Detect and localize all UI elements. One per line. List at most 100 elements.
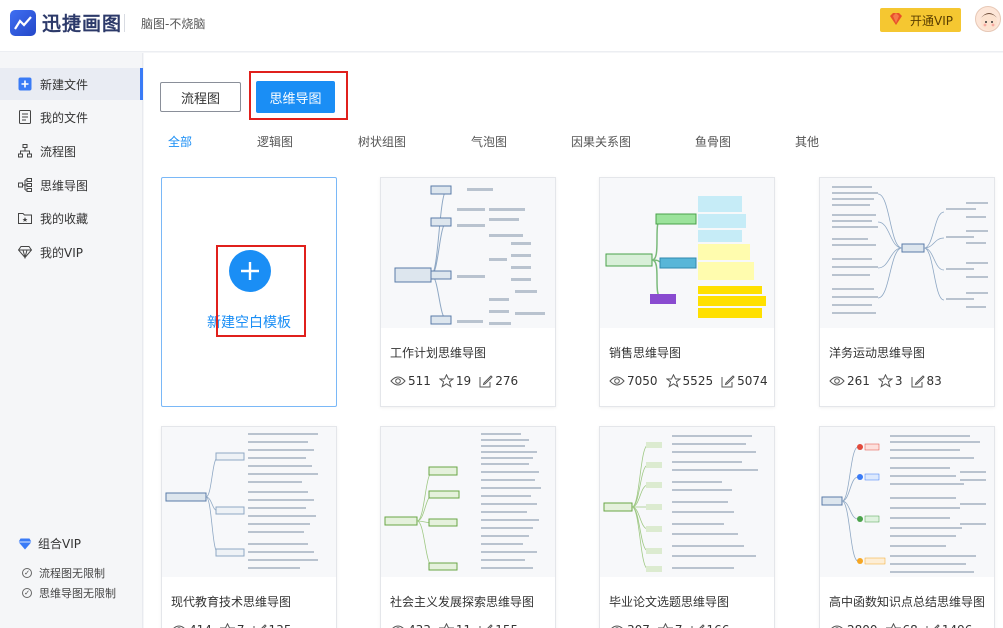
template-title: 毕业论文选题思维导图 (609, 595, 730, 609)
sidebar-item-flowchart[interactable]: 流程图 (0, 135, 143, 167)
eye-icon (392, 625, 404, 628)
template-stats: 511 19 276 (390, 374, 526, 388)
header-subtitle: 脑图-不烧脑 (141, 17, 206, 31)
views-count: 307 (627, 623, 650, 628)
tab-other[interactable]: 其他 (795, 133, 819, 150)
eye-icon (390, 376, 406, 386)
tab-tree[interactable]: 树状组图 (358, 133, 406, 150)
open-vip-label: 开通VIP (910, 13, 953, 28)
logo-text: 迅捷画图 (42, 13, 123, 35)
template-stats: 307 7 166 (609, 623, 737, 628)
stars-stat[interactable]: 7 (657, 623, 683, 628)
star-icon (438, 374, 454, 388)
open-vip-button[interactable]: 开通VIP (880, 8, 961, 32)
app-logo[interactable]: 迅捷画图 (10, 9, 122, 36)
template-card[interactable]: 工作计划思维导图 511 19 276 (380, 177, 556, 407)
edit-icon (253, 624, 267, 628)
star-icon (877, 374, 893, 388)
highlight-box (216, 245, 306, 337)
top-header: 迅捷画图 脑图-不烧脑 开通VIP (0, 0, 1003, 52)
edits-count: 5074 (737, 374, 768, 388)
tab-logic[interactable]: 逻辑图 (257, 133, 293, 150)
stars-stat[interactable]: 11 (438, 623, 471, 628)
tab-all[interactable]: 全部 (168, 133, 192, 150)
template-thumbnail (820, 178, 994, 328)
edit-icon (926, 624, 940, 628)
views-stat: 2800 (829, 623, 878, 628)
edit-icon (479, 624, 493, 628)
edit-icon (479, 375, 493, 388)
plus-square-icon (18, 77, 32, 91)
eye-icon (173, 625, 185, 628)
edits-stat: 1496 (926, 623, 973, 628)
stars-stat[interactable]: 7 (219, 623, 245, 628)
template-card[interactable]: 洋务运动思维导图 261 3 83 (819, 177, 995, 407)
template-card[interactable]: 毕业论文选题思维导图 307 7 166 (599, 426, 775, 628)
edits-count: 83 (926, 374, 942, 388)
template-card[interactable]: 社会主义发展探索思维导图 433 11 155 (380, 426, 556, 628)
template-stats: 261 3 83 (829, 374, 950, 388)
check-circle-icon: ✓ (22, 568, 32, 578)
stars-stat[interactable]: 3 (877, 374, 903, 388)
flowchart-icon (18, 144, 32, 158)
sidebar-item-my-files[interactable]: 我的文件 (0, 101, 143, 133)
main-content: 流程图 思维导图 全部 逻辑图 树状组图 气泡图 因果关系图 鱼骨图 其他 新建… (144, 53, 1003, 628)
views-stat: 261 (829, 374, 870, 388)
template-title: 现代教育技术思维导图 (171, 595, 292, 609)
vip-benefit-label: 流程图无限制 (39, 567, 105, 580)
stars-stat[interactable]: 5525 (665, 374, 713, 388)
user-avatar[interactable] (975, 6, 1001, 32)
template-title: 社会主义发展探索思维导图 (390, 595, 535, 609)
edits-stat: 166 (691, 623, 730, 628)
views-count: 511 (408, 374, 431, 388)
edit-icon (911, 375, 925, 388)
views-count: 2800 (847, 623, 878, 628)
stars-count: 7 (237, 623, 245, 628)
edits-count: 135 (269, 623, 292, 628)
template-thumbnail (162, 427, 336, 577)
check-circle-icon: ✓ (22, 588, 32, 598)
stars-stat[interactable]: 19 (438, 374, 471, 388)
edits-stat: 83 (911, 374, 942, 388)
views-stat: 511 (390, 374, 431, 388)
template-card[interactable]: 现代教育技术思维导图 414 7 135 (161, 426, 337, 628)
vip-benefit-mindmap: ✓ 思维导图无限制 (22, 585, 116, 601)
template-thumbnail (381, 427, 555, 577)
sidebar-item-new-file[interactable]: 新建文件 (0, 68, 143, 100)
tab-bubble[interactable]: 气泡图 (471, 133, 507, 150)
edits-count: 1496 (942, 623, 973, 628)
template-card[interactable]: 销售思维导图 7050 5525 5074 (599, 177, 775, 407)
vip-diamond-icon (18, 538, 32, 550)
edit-icon (721, 375, 735, 388)
type-flowchart-button[interactable]: 流程图 (160, 82, 241, 112)
star-icon (885, 623, 901, 628)
edits-stat: 135 (253, 623, 292, 628)
views-count: 414 (189, 623, 212, 628)
sidebar-item-my-vip[interactable]: 我的VIP (0, 236, 143, 268)
template-title: 洋务运动思维导图 (829, 346, 926, 360)
combo-vip-label: 组合VIP (38, 537, 81, 551)
header-divider (124, 14, 125, 32)
edits-stat: 5074 (721, 374, 768, 388)
tab-fishbone[interactable]: 鱼骨图 (695, 133, 731, 150)
crown-gem-icon (888, 12, 904, 29)
stars-count: 3 (894, 374, 903, 388)
diamond-icon (18, 245, 32, 259)
eye-icon (611, 625, 623, 628)
eye-icon (829, 376, 845, 386)
sidebar-item-label: 新建文件 (40, 77, 89, 92)
template-stats: 7050 5525 5074 (609, 374, 776, 388)
sidebar-item-mindmap[interactable]: 思维导图 (0, 169, 143, 201)
template-stats: 433 11 155 (390, 623, 526, 628)
template-card[interactable]: 高中函数知识点总结思维导图 2800 68 1496 (819, 426, 995, 628)
combo-vip[interactable]: 组合VIP (18, 535, 81, 552)
stars-stat[interactable]: 68 (885, 623, 918, 628)
star-folder-icon (18, 211, 32, 225)
template-thumbnail (600, 178, 774, 328)
sidebar-item-favorites[interactable]: 我的收藏 (0, 202, 143, 234)
template-stats: 2800 68 1496 (829, 623, 980, 628)
star-icon (438, 623, 454, 628)
tab-cause-effect[interactable]: 因果关系图 (571, 133, 631, 150)
eye-icon (609, 376, 625, 386)
edits-count: 166 (707, 623, 730, 628)
